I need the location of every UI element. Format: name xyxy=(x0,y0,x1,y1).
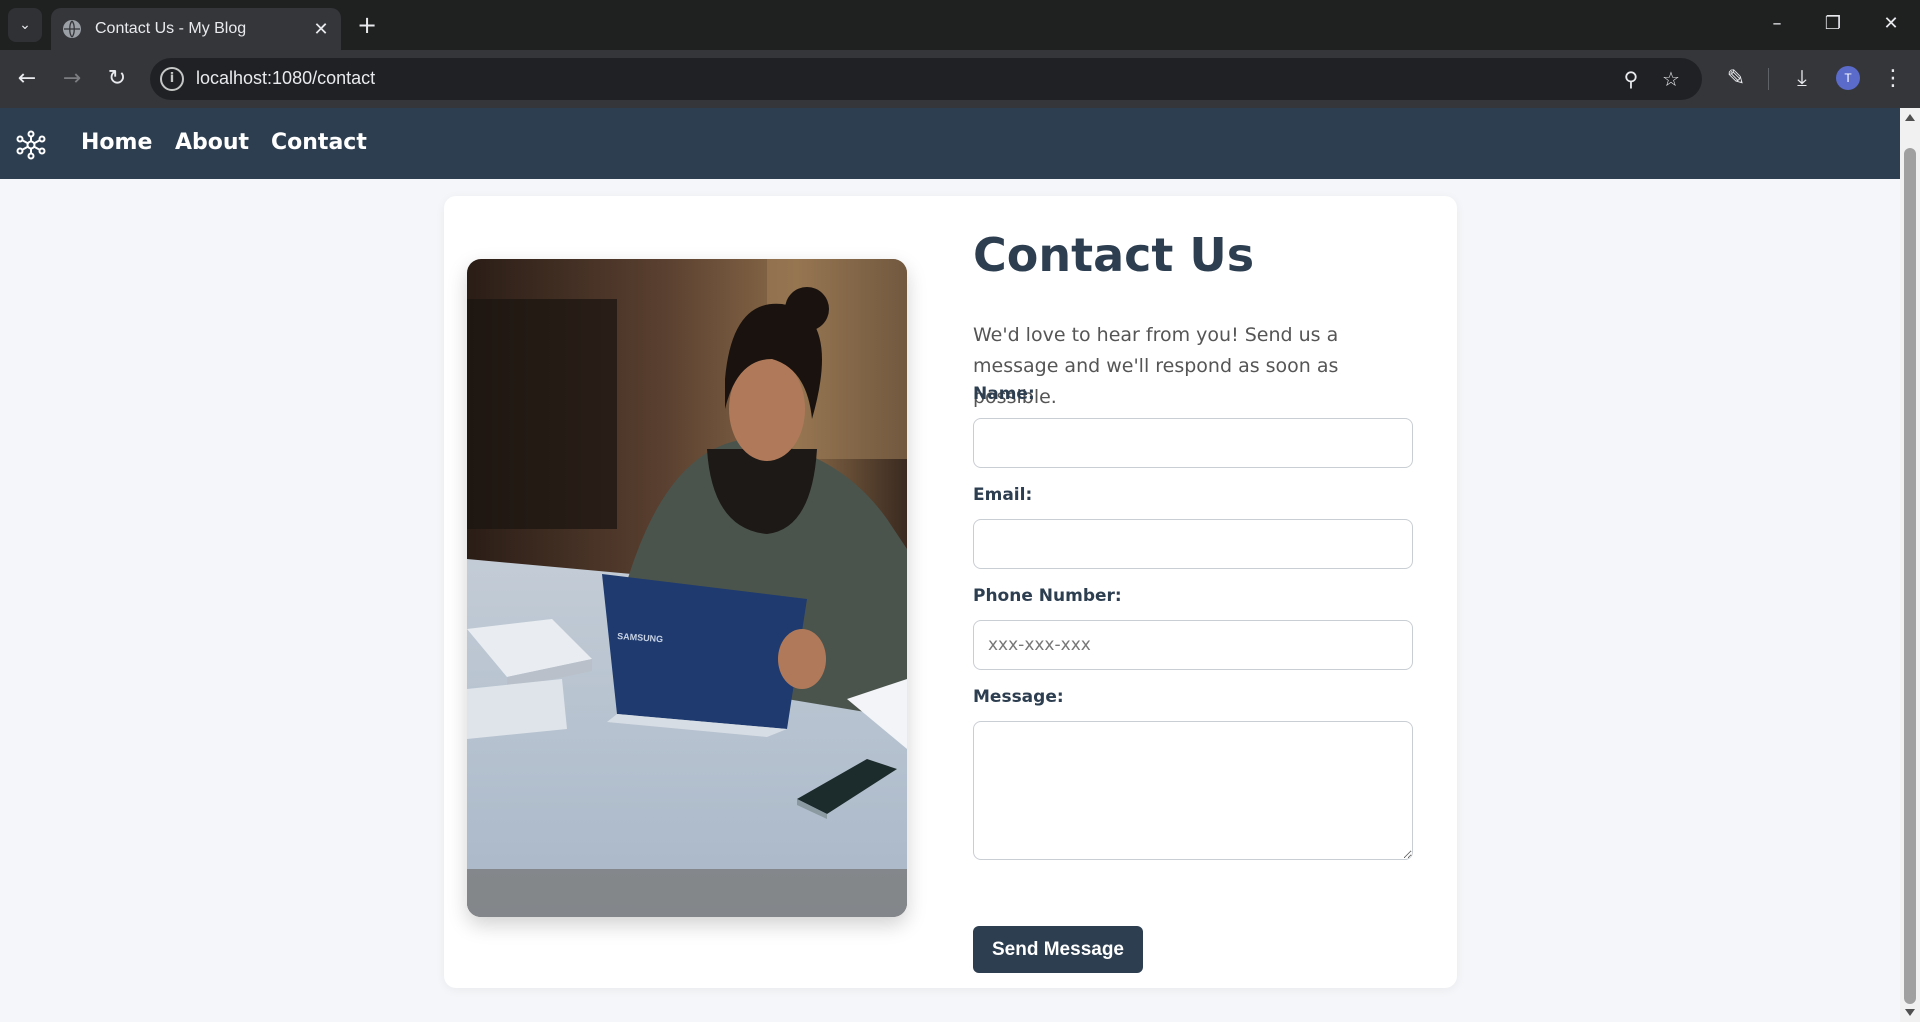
scroll-thumb[interactable] xyxy=(1904,148,1916,1004)
browser-toolbar: ← → ↻ i localhost:1080/contact ⚲ ☆ xyxy=(0,50,1920,108)
browser-tab[interactable]: Contact Us - My Blog ✕ xyxy=(51,8,341,50)
close-icon[interactable]: ✕ xyxy=(307,19,335,40)
profile-avatar[interactable]: T xyxy=(1836,66,1860,90)
site-info-icon[interactable]: i xyxy=(160,67,184,91)
contact-photo: SAMSUNG xyxy=(467,259,907,917)
reload-icon[interactable]: ↻ xyxy=(100,62,134,96)
browser-tab-strip: ⌄ Contact Us - My Blog ✕ + – ❐ ✕ xyxy=(0,0,1920,50)
site-navbar: Home About Contact xyxy=(0,108,1900,179)
globe-icon xyxy=(63,20,81,38)
extensions-icon[interactable]: ✎ xyxy=(1721,64,1751,94)
address-bar[interactable]: i localhost:1080/contact ⚲ ☆ xyxy=(150,58,1702,100)
back-arrow-icon[interactable]: ← xyxy=(10,62,44,96)
name-input[interactable] xyxy=(973,418,1413,468)
phone-label: Phone Number: xyxy=(973,586,1122,606)
restore-icon[interactable]: ❐ xyxy=(1808,6,1858,42)
forward-arrow-icon[interactable]: → xyxy=(55,62,89,96)
download-icon[interactable]: ⤓ xyxy=(1787,64,1817,94)
email-label: Email: xyxy=(973,485,1033,505)
close-window-icon[interactable]: ✕ xyxy=(1866,6,1916,42)
url-text[interactable]: localhost:1080/contact xyxy=(196,68,375,89)
name-label: Name: xyxy=(973,384,1035,404)
zoom-icon[interactable]: ⚲ xyxy=(1618,66,1644,92)
plus-icon[interactable]: + xyxy=(352,10,382,40)
tab-search-icon[interactable]: ⌄ xyxy=(8,8,42,42)
page-viewport: Home About Contact SAMSUNG Contact Us We… xyxy=(0,108,1900,1022)
star-icon[interactable]: ☆ xyxy=(1658,66,1684,92)
page-title: Contact Us xyxy=(973,228,1255,282)
message-textarea[interactable] xyxy=(973,721,1413,860)
contact-card: SAMSUNG Contact Us We'd love to hear fro… xyxy=(444,196,1457,988)
scroll-down-arrow-icon[interactable] xyxy=(1905,1009,1915,1016)
toolbar-divider xyxy=(1768,68,1769,90)
phone-input[interactable] xyxy=(973,620,1413,670)
minimize-icon[interactable]: – xyxy=(1752,6,1802,42)
network-logo-icon[interactable] xyxy=(16,130,46,160)
intro-text: We'd love to hear from you! Send us a me… xyxy=(973,324,1339,408)
scroll-up-arrow-icon[interactable] xyxy=(1905,114,1915,121)
nav-link-contact[interactable]: Contact xyxy=(271,130,367,155)
email-input[interactable] xyxy=(973,519,1413,569)
nav-link-home[interactable]: Home xyxy=(81,130,152,155)
woman-with-laptop-image: SAMSUNG xyxy=(467,259,907,917)
page-scrollbar[interactable] xyxy=(1900,108,1920,1022)
send-message-button[interactable]: Send Message xyxy=(973,926,1143,973)
tab-title: Contact Us - My Blog xyxy=(95,20,247,37)
kebab-menu-icon[interactable]: ⋮ xyxy=(1878,64,1908,94)
nav-link-about[interactable]: About xyxy=(175,130,249,155)
message-label: Message: xyxy=(973,687,1064,707)
